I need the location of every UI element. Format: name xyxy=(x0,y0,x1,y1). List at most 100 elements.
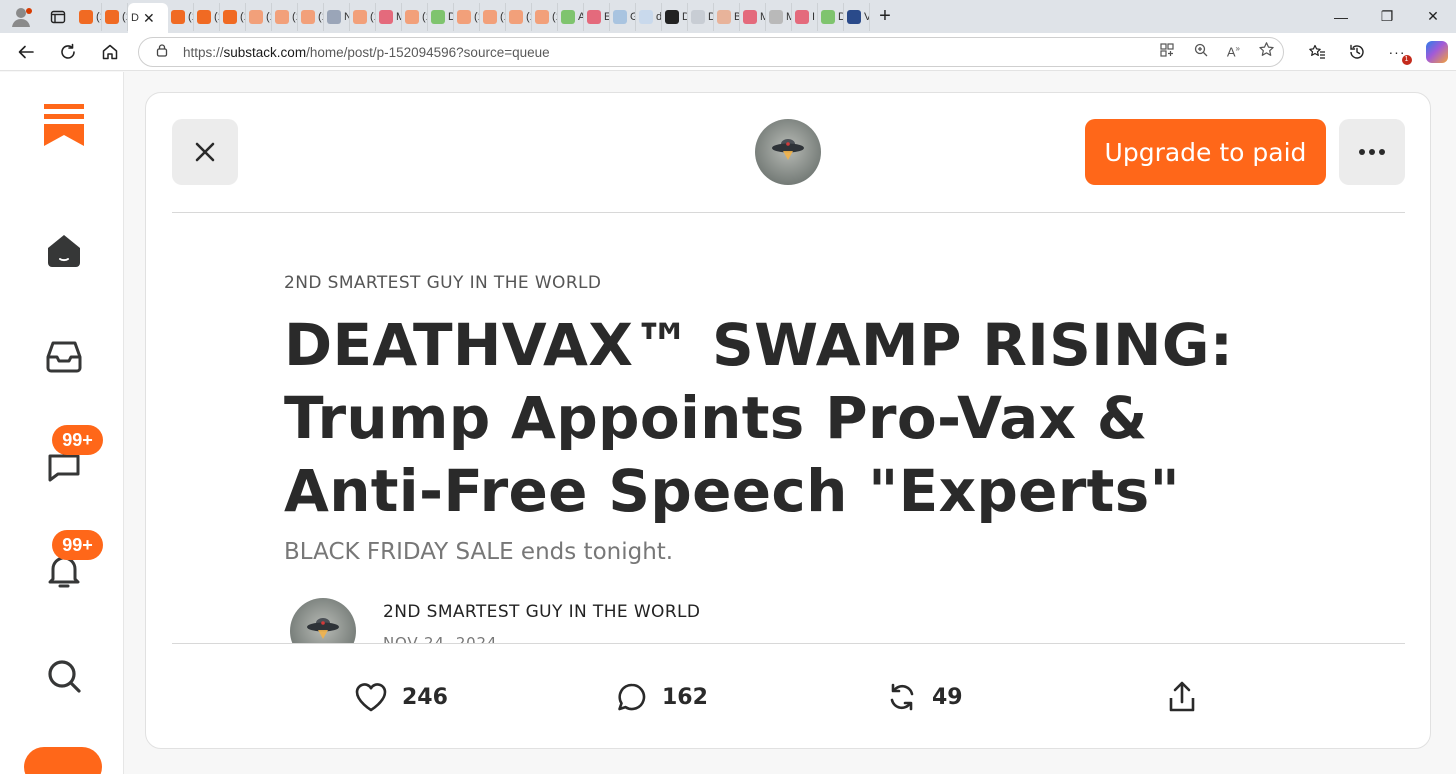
substack-logo-icon[interactable] xyxy=(40,100,88,148)
browser-tab[interactable]: (1 xyxy=(506,2,532,31)
window-controls: — ❐ ✕ xyxy=(1318,0,1456,33)
browser-tab[interactable]: D xyxy=(662,2,688,31)
post-date: NOV 24, 2024 xyxy=(383,634,498,643)
fox-news-favicon-icon xyxy=(847,9,861,24)
page-favicon-icon xyxy=(613,9,627,24)
search-icon[interactable] xyxy=(40,652,88,700)
more-options-button[interactable] xyxy=(1339,119,1405,185)
rumble-favicon-icon xyxy=(431,9,445,24)
browser-tab[interactable]: (1 xyxy=(480,2,506,31)
share-button[interactable] xyxy=(1166,677,1198,717)
browser-tab[interactable]: D xyxy=(688,2,714,31)
post-byline: 2ND SMARTEST GUY IN THE WORLD NOV 24, 20… xyxy=(146,588,1430,643)
browser-tab[interactable]: D xyxy=(818,2,844,31)
browser-tab[interactable]: (1 xyxy=(350,2,376,31)
app-available-icon[interactable] xyxy=(1159,42,1175,63)
close-post-button[interactable] xyxy=(172,119,238,185)
browser-tab[interactable]: V xyxy=(844,2,870,31)
search-favicon-icon xyxy=(639,9,653,24)
browser-tab[interactable]: D xyxy=(428,2,454,31)
upgrade-to-paid-button[interactable]: Upgrade to paid xyxy=(1085,119,1326,185)
tab-list: (1 (1 D✕ (1 (1 (1 (1 (1 (1 N (1 M (1 D (… xyxy=(76,0,1318,33)
browser-tab[interactable]: A xyxy=(558,2,584,31)
browser-tab[interactable]: M xyxy=(740,2,766,31)
substack-favicon-icon xyxy=(535,9,549,24)
page-favicon-icon xyxy=(691,9,705,24)
home-icon[interactable] xyxy=(40,227,88,275)
substack-favicon-icon xyxy=(105,9,119,24)
browser-tab-active[interactable]: D ✕ xyxy=(128,3,168,33)
browser-tab[interactable]: B xyxy=(714,2,740,31)
restore-icon[interactable]: ❐ xyxy=(1364,8,1410,25)
home-icon[interactable] xyxy=(90,36,130,68)
browser-tab[interactable]: (1 xyxy=(454,2,480,31)
refresh-icon[interactable] xyxy=(48,36,88,68)
browser-tab[interactable]: G xyxy=(610,2,636,31)
address-bar[interactable]: https://substack.com/home/post/p-1520945… xyxy=(138,37,1284,67)
browser-tab[interactable]: (1 xyxy=(272,2,298,31)
browser-tab[interactable]: E xyxy=(584,2,610,31)
inbox-icon[interactable] xyxy=(40,332,88,380)
author-avatar[interactable] xyxy=(290,598,356,643)
browser-tab[interactable]: (1 xyxy=(220,2,246,31)
more-icon[interactable]: ··· 1 xyxy=(1384,39,1412,65)
browser-tab[interactable]: (1 xyxy=(168,2,194,31)
new-tab-icon[interactable]: + xyxy=(870,5,900,28)
post-card: Upgrade to paid 2ND SMARTEST GUY IN THE … xyxy=(145,92,1431,749)
browser-tab[interactable]: (1 xyxy=(246,2,272,31)
substack-favicon-icon xyxy=(405,9,419,24)
restack-icon xyxy=(890,683,914,711)
page-favicon-icon xyxy=(717,9,731,24)
tab-actions-icon[interactable] xyxy=(46,5,70,29)
substack-favicon-icon xyxy=(509,9,523,24)
browser-tab[interactable]: (1 xyxy=(402,2,428,31)
like-count: 246 xyxy=(402,684,448,710)
rumble-favicon-icon xyxy=(561,9,575,24)
ellipsis-icon xyxy=(1359,149,1385,155)
comment-button[interactable]: 162 xyxy=(616,677,708,717)
browser-tab-strip: (1 (1 D✕ (1 (1 (1 (1 (1 (1 N (1 M (1 D (… xyxy=(0,0,1456,33)
notifications-badge: 99+ xyxy=(52,530,103,560)
share-icon xyxy=(1169,681,1195,712)
site-info-icon[interactable] xyxy=(155,43,169,62)
browser-tab[interactable]: (1 xyxy=(102,2,128,31)
close-tab-icon[interactable]: ✕ xyxy=(143,10,155,27)
restack-button[interactable]: 49 xyxy=(886,677,963,717)
create-button[interactable] xyxy=(24,747,102,774)
browser-tab[interactable]: (1 xyxy=(298,2,324,31)
browser-tab[interactable]: d xyxy=(636,2,662,31)
history-icon[interactable] xyxy=(1344,39,1370,65)
browser-tab[interactable]: (1 xyxy=(194,2,220,31)
page-favicon-icon xyxy=(769,9,783,24)
browser-tab[interactable]: (1 xyxy=(76,2,102,31)
read-aloud-icon[interactable]: A» xyxy=(1227,44,1240,59)
browser-tab[interactable]: M xyxy=(376,2,402,31)
favorites-icon[interactable] xyxy=(1304,39,1330,65)
substack-favicon-icon xyxy=(457,9,471,24)
copilot-icon[interactable] xyxy=(1424,39,1450,65)
publication-name[interactable]: 2ND SMARTEST GUY IN THE WORLD xyxy=(284,273,601,293)
back-icon[interactable] xyxy=(6,36,46,68)
publication-avatar[interactable] xyxy=(755,119,821,185)
substack-favicon-icon xyxy=(483,9,497,24)
restack-count: 49 xyxy=(932,684,963,710)
chat-badge: 99+ xyxy=(52,425,103,455)
close-icon xyxy=(195,142,215,162)
browser-tab[interactable]: I xyxy=(792,2,818,31)
page-favicon-icon xyxy=(665,9,679,24)
browser-tab[interactable]: (1 xyxy=(532,2,558,31)
minimize-icon[interactable]: — xyxy=(1318,9,1364,25)
like-button[interactable]: 246 xyxy=(354,677,448,717)
close-window-icon[interactable]: ✕ xyxy=(1410,8,1456,25)
profile-icon[interactable] xyxy=(6,2,36,32)
favorite-star-icon[interactable] xyxy=(1258,41,1275,63)
zoom-icon[interactable] xyxy=(1193,42,1209,63)
comment-icon xyxy=(618,683,646,711)
author-name[interactable]: 2ND SMARTEST GUY IN THE WORLD xyxy=(383,602,700,622)
browser-tab[interactable]: M xyxy=(766,2,792,31)
browser-toolbar: https://substack.com/home/post/p-1520945… xyxy=(0,33,1456,71)
post-header: Upgrade to paid xyxy=(146,93,1430,213)
browser-tab[interactable]: N xyxy=(324,2,350,31)
address-bar-actions: A» xyxy=(1159,38,1275,66)
browser-toolbar-right: ··· 1 xyxy=(1304,33,1450,71)
